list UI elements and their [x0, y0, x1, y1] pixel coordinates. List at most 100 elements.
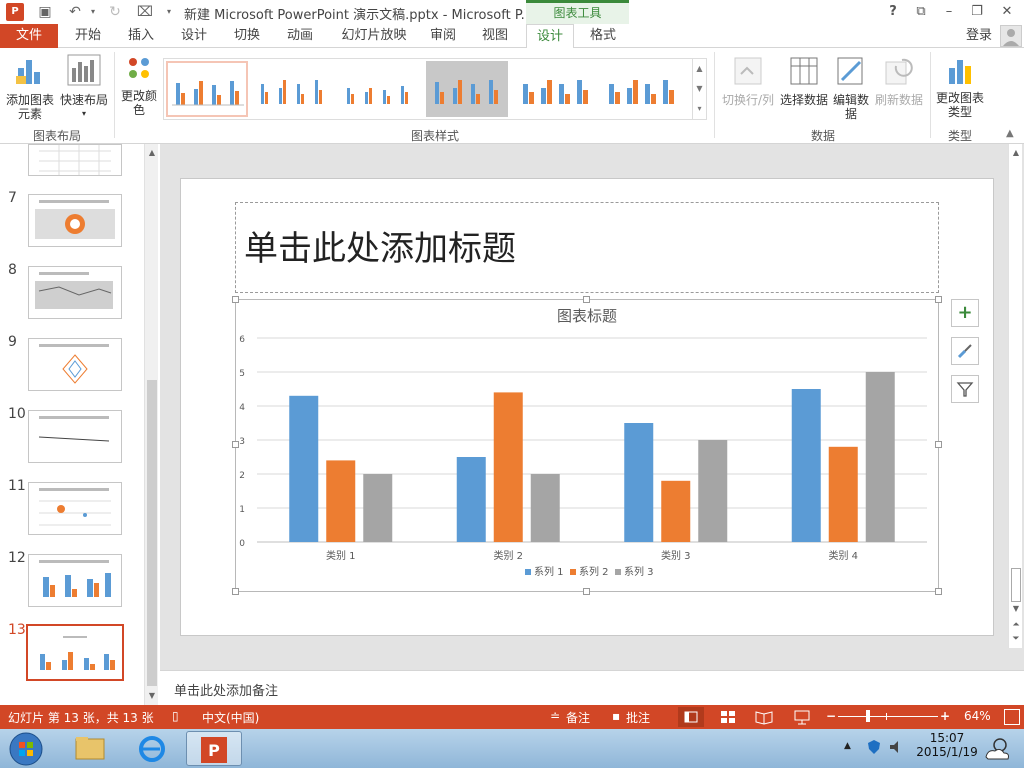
bar-3-3[interactable]	[698, 440, 728, 542]
notes-icon[interactable]: ≐	[550, 709, 560, 723]
slide-thumbnail-10[interactable]	[28, 410, 122, 463]
column-chart[interactable]: 图表标题 0123456 类别 1 类别 2 类别 3 类别 4 系列 1 系列 2 系列…	[235, 299, 939, 592]
tab-home[interactable]: 开始	[68, 24, 108, 48]
chart-style-1[interactable]	[166, 61, 248, 117]
bar-3-1[interactable]	[363, 474, 393, 542]
slide-thumbnail-9[interactable]	[28, 338, 122, 391]
undo-icon[interactable]: ↶	[66, 3, 84, 21]
bar-1-1[interactable]	[289, 395, 319, 542]
bar-3-2[interactable]	[530, 474, 560, 542]
select-data-button[interactable]: 选择数据	[778, 56, 830, 107]
ribbon-display-icon[interactable]: ⧉	[910, 3, 932, 21]
normal-view-button[interactable]	[678, 707, 704, 727]
scroll-down-icon[interactable]: ▼	[1009, 602, 1023, 616]
bar-2-4[interactable]	[828, 446, 858, 542]
chart-style-4[interactable]	[426, 61, 508, 117]
taskbar-powerpoint[interactable]: P	[186, 731, 242, 766]
bar-2-2[interactable]	[493, 392, 523, 542]
close-icon[interactable]: ✕	[996, 3, 1018, 21]
chart-style-6[interactable]	[600, 61, 682, 117]
start-button[interactable]	[6, 731, 46, 767]
scroll-up-icon[interactable]: ▲	[145, 146, 159, 160]
slide-thumbnail-12[interactable]	[28, 554, 122, 607]
chart-styles-button[interactable]	[951, 337, 979, 365]
slide-pane-scrollbar[interactable]: ▲ ▼	[144, 144, 158, 705]
zoom-slider[interactable]	[838, 716, 938, 717]
volume-tray-icon[interactable]	[888, 739, 904, 755]
zoom-out-icon[interactable]: −	[826, 709, 836, 723]
chart-filters-button[interactable]	[951, 375, 979, 403]
notes-pane[interactable]: 单击此处添加备注	[160, 670, 1024, 705]
slide-thumbnail-6[interactable]	[28, 144, 122, 176]
tab-transitions[interactable]: 切换	[227, 24, 267, 48]
chart-style-3[interactable]	[338, 61, 420, 117]
slide-sorter-button[interactable]	[716, 707, 740, 727]
tray-expand-icon[interactable]: ▲	[844, 741, 851, 751]
tab-design[interactable]: 设计	[174, 24, 214, 48]
slide-thumbnail-11[interactable]	[28, 482, 122, 535]
security-tray-icon[interactable]	[866, 739, 882, 755]
taskbar-explorer[interactable]	[62, 731, 118, 766]
presenter-icon[interactable]: ⌧	[136, 3, 154, 21]
clock[interactable]: 15:07 2015/1/19	[912, 731, 982, 759]
avatar[interactable]	[1000, 25, 1022, 47]
login-link[interactable]: 登录	[962, 24, 996, 48]
previous-slide-icon[interactable]: ⏶	[1009, 618, 1023, 632]
zoom-slider-thumb[interactable]	[866, 710, 870, 722]
chart-style-2[interactable]	[252, 61, 334, 117]
language-indicator[interactable]: 中文(中国)	[202, 709, 259, 726]
change-colors-button[interactable]: 更改颜色	[118, 54, 160, 117]
comment-icon[interactable]: ▪	[612, 709, 620, 723]
bar-1-2[interactable]	[456, 457, 486, 542]
bar-2-3[interactable]	[661, 480, 691, 542]
slide-thumbnail-13[interactable]	[26, 624, 124, 681]
save-icon[interactable]: ▣	[36, 3, 54, 21]
refresh-data-button[interactable]: 刷新数据	[872, 56, 926, 107]
tab-animations[interactable]: 动画	[280, 24, 320, 48]
chart-style-5[interactable]	[514, 61, 596, 117]
redo-icon[interactable]: ↻	[106, 3, 124, 21]
bar-1-3[interactable]	[624, 423, 654, 542]
tab-review[interactable]: 审阅	[423, 24, 463, 48]
chart-legend[interactable]: 系列 1 系列 2 系列 3	[525, 565, 654, 578]
tab-chart-design[interactable]: 设计	[526, 24, 574, 49]
help-button[interactable]: ?	[882, 3, 904, 21]
taskbar-ie[interactable]	[124, 731, 180, 766]
slide-thumbnail-7[interactable]	[28, 194, 122, 247]
tab-insert[interactable]: 插入	[121, 24, 161, 48]
customize-qat-icon[interactable]: ▾	[160, 3, 178, 21]
reading-view-button[interactable]	[752, 707, 776, 727]
quick-layout-button[interactable]: 快速布局 ▾	[58, 54, 110, 121]
zoom-level[interactable]: 64%	[964, 709, 991, 723]
scroll-up-icon[interactable]: ▲	[1009, 146, 1023, 160]
fit-to-window-icon[interactable]	[1004, 709, 1020, 725]
tab-view[interactable]: 视图	[475, 24, 515, 48]
gallery-scroll-down-icon[interactable]: ▼	[692, 79, 706, 99]
scrollbar-thumb[interactable]	[147, 380, 157, 686]
bar-1-4[interactable]	[791, 389, 821, 542]
zoom-in-icon[interactable]: +	[940, 709, 950, 723]
edit-data-button[interactable]: 编辑数据	[830, 56, 872, 121]
gallery-scroll-up-icon[interactable]: ▲	[692, 59, 706, 79]
chart-elements-button[interactable]: +	[951, 299, 979, 327]
chart-title[interactable]: 图表标题	[557, 307, 617, 325]
weather-tray-icon[interactable]	[982, 733, 1012, 763]
comments-toggle[interactable]: 批注	[626, 709, 650, 726]
gallery-more-icon[interactable]: ▾	[692, 99, 706, 119]
file-tab[interactable]: 文件	[0, 24, 58, 48]
scrollbar-thumb[interactable]	[1011, 568, 1021, 602]
tab-slideshow[interactable]: 幻灯片放映	[334, 24, 414, 48]
switch-row-column-button[interactable]: 切换行/列	[720, 56, 776, 107]
change-chart-type-button[interactable]: 更改图表类型	[934, 56, 986, 119]
notes-toggle[interactable]: 备注	[566, 709, 590, 726]
add-chart-element-button[interactable]: 添加图表元素	[4, 54, 56, 121]
scroll-down-icon[interactable]: ▼	[145, 689, 159, 703]
minimize-icon[interactable]: –	[938, 3, 960, 21]
next-slide-icon[interactable]: ⏷	[1009, 632, 1023, 646]
main-scrollbar[interactable]: ▲ ▼ ⏶ ⏷	[1008, 144, 1022, 648]
spellcheck-icon[interactable]: ▯	[172, 709, 179, 723]
collapse-ribbon-icon[interactable]: ▲	[1006, 128, 1014, 139]
undo-dropdown-icon[interactable]: ▾	[84, 3, 102, 21]
slideshow-button[interactable]	[790, 707, 814, 727]
restore-icon[interactable]: ❐	[966, 3, 988, 21]
